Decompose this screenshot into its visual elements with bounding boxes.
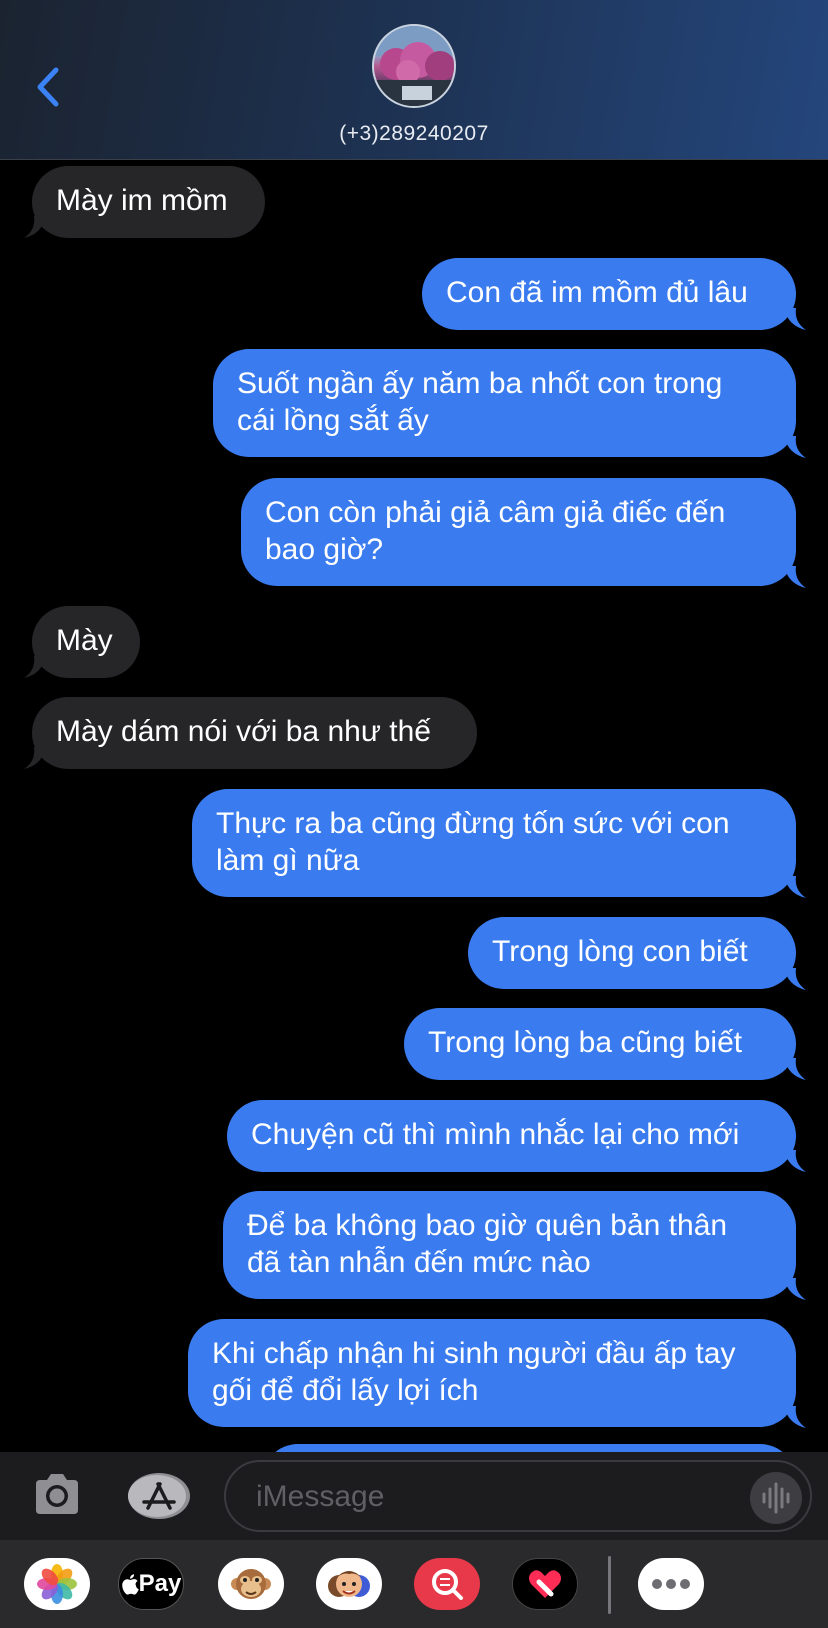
apple-pay-label: Pay (138, 1570, 182, 1597)
bubble-tail (784, 1406, 806, 1428)
more-apps-icon (652, 1579, 690, 1589)
bubble-tail (784, 308, 806, 330)
bubble-tail (24, 656, 46, 678)
incoming-message[interactable]: Mày (32, 606, 140, 678)
incoming-message[interactable]: Mày dám nói với ba như thế (32, 697, 477, 769)
bubble-tail (784, 968, 806, 990)
avatar-photo (374, 26, 454, 106)
outgoing-message[interactable]: Khi chấp nhận hi sinh người đầu ấp tay g… (188, 1319, 796, 1427)
bubble-tail (784, 876, 806, 898)
apple-pay-button[interactable]: Pay (118, 1558, 184, 1610)
app-store-icon (128, 1473, 190, 1519)
bubble-tail (784, 1150, 806, 1172)
outgoing-message-partial[interactable] (262, 1444, 796, 1452)
camera-icon (36, 1474, 78, 1514)
outgoing-message[interactable]: Con đã im mồm đủ lâu (422, 258, 796, 330)
bubble-tail (24, 747, 46, 769)
memoji-button[interactable] (218, 1558, 284, 1610)
memoji-monkey-icon (231, 1569, 271, 1599)
camera-button[interactable] (32, 1472, 82, 1516)
app-drawer: Pay (0, 1540, 828, 1628)
message-thread[interactable]: Mày im mồm Con đã im mồm đủ lâu Suốt ngầ… (0, 160, 828, 1452)
memoji-stickers-icon (328, 1571, 370, 1597)
message-input[interactable]: iMessage (224, 1460, 812, 1532)
waveform-icon (762, 1482, 790, 1514)
drawer-divider (608, 1556, 611, 1614)
bubble-tail (784, 436, 806, 458)
incoming-message[interactable]: Mày im mồm (32, 166, 265, 238)
contact-name[interactable]: (+3)289240207 (0, 122, 828, 146)
outgoing-message[interactable]: Trong lòng ba cũng biết (404, 1008, 796, 1080)
back-button[interactable] (30, 62, 70, 112)
outgoing-message[interactable]: Trong lòng con biết (468, 917, 796, 989)
image-search-icon (432, 1569, 463, 1600)
photos-icon (37, 1564, 77, 1604)
outgoing-message[interactable]: Thực ra ba cũng đừng tốn sức với con làm… (192, 789, 796, 897)
message-placeholder: iMessage (256, 1480, 385, 1513)
outgoing-message[interactable]: Con còn phải giả câm giả điếc đến bao gi… (241, 478, 796, 586)
compose-bar: iMessage (0, 1452, 828, 1540)
bubble-tail (784, 1058, 806, 1080)
bubble-tail (784, 1278, 806, 1300)
conversation-header: (+3)289240207 (0, 0, 828, 160)
bubble-tail (24, 216, 46, 238)
chevron-left-icon (37, 67, 59, 107)
outgoing-message[interactable]: Để ba không bao giờ quên bản thân đã tàn… (223, 1191, 796, 1299)
more-apps-button[interactable] (638, 1558, 704, 1610)
bubble-tail (784, 566, 806, 588)
app-store-button[interactable] (126, 1472, 192, 1520)
contact-avatar[interactable] (372, 24, 456, 108)
apple-logo-icon (121, 1574, 139, 1595)
outgoing-message[interactable]: Chuyện cũ thì mình nhắc lại cho mới (227, 1100, 796, 1172)
digital-touch-icon (529, 1570, 561, 1598)
audio-message-button[interactable] (750, 1472, 802, 1524)
memoji-stickers-button[interactable] (316, 1558, 382, 1610)
digital-touch-button[interactable] (512, 1558, 578, 1610)
outgoing-message[interactable]: Suốt ngần ấy năm ba nhốt con trong cái l… (213, 349, 796, 457)
photos-app-button[interactable] (24, 1558, 90, 1610)
image-search-button[interactable] (414, 1558, 480, 1610)
